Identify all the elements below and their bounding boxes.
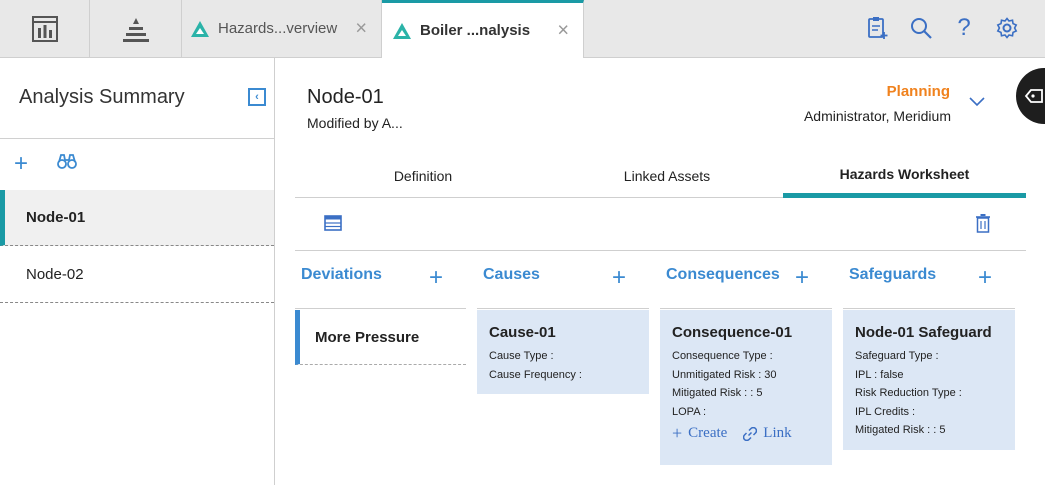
- mitigated-risk: Mitigated Risk : : 5: [672, 387, 763, 399]
- card-title: Node-01 Safeguard: [855, 324, 992, 341]
- worksheet-toolbar: [295, 200, 1026, 251]
- close-icon[interactable]: ×: [557, 19, 569, 42]
- tab-label: Boiler ...nalysis: [420, 22, 531, 39]
- safeguard-card[interactable]: Node-01 Safeguard Safeguard Type : IPL :…: [843, 310, 1015, 450]
- mitigated-risk: Mitigated Risk : : 5: [855, 424, 946, 436]
- deviations-header: Deviations: [301, 266, 382, 283]
- add-document-button[interactable]: [865, 14, 891, 42]
- ipl: IPL : false: [855, 368, 904, 381]
- cause-type: Cause Type :: [489, 350, 554, 362]
- tab-label: Hazards Worksheet: [839, 165, 970, 182]
- delete-button[interactable]: [975, 213, 991, 238]
- consequences-header: Consequences: [666, 266, 780, 283]
- deviation-item[interactable]: More Pressure: [295, 310, 466, 365]
- dashboard-icon: [31, 15, 58, 42]
- status-badge: Planning: [886, 83, 950, 100]
- find-button[interactable]: [57, 153, 77, 174]
- tab-hazards-worksheet[interactable]: Hazards Worksheet: [783, 154, 1026, 198]
- trash-icon: [976, 214, 990, 233]
- hazards-app-icon: [393, 22, 411, 39]
- add-node-button[interactable]: +: [14, 150, 28, 178]
- tab-label: Definition: [393, 168, 453, 184]
- page-title: Node-01: [307, 86, 384, 108]
- tab-label: Hazards...verview: [218, 20, 338, 37]
- modified-by: Modified by A...: [307, 115, 403, 131]
- chevron-down-icon: [969, 97, 985, 107]
- tab-boiler-analysis[interactable]: Boiler ...nalysis ×: [382, 0, 584, 58]
- tab-label: Linked Assets: [623, 168, 711, 184]
- plus-icon: +: [672, 423, 683, 443]
- node-label: Node-02: [26, 266, 84, 283]
- card-title: Cause-01: [489, 324, 556, 341]
- help-icon: ?: [957, 14, 971, 41]
- hierarchy-tab[interactable]: [90, 0, 182, 57]
- card-title: Consequence-01: [672, 324, 793, 341]
- consequence-card[interactable]: Consequence-01 Consequence Type : Unmiti…: [660, 310, 832, 465]
- add-cause-button[interactable]: +: [612, 266, 626, 290]
- close-icon[interactable]: ×: [355, 17, 367, 40]
- safeguard-type: Safeguard Type :: [855, 350, 939, 362]
- add-document-icon: [868, 17, 888, 39]
- grid-view-icon: [324, 215, 342, 231]
- top-bar: Hazards...verview × Boiler ...nalysis × …: [0, 0, 1045, 58]
- link-link[interactable]: Link: [763, 425, 791, 442]
- left-panel: Analysis Summary ‹ + Node-01 Node-02: [0, 58, 275, 485]
- add-consequence-button[interactable]: +: [795, 266, 809, 290]
- settings-button[interactable]: [994, 14, 1020, 42]
- hazards-app-icon: [191, 20, 209, 37]
- node-item-node-02[interactable]: Node-02: [0, 247, 274, 303]
- search-button[interactable]: [908, 14, 934, 42]
- settings-icon: [996, 17, 1018, 39]
- tab-bar: Definition Linked Assets Hazards Workshe…: [295, 154, 1026, 198]
- add-safeguard-button[interactable]: +: [978, 266, 992, 290]
- lopa: LOPA :: [672, 405, 707, 418]
- add-deviation-button[interactable]: +: [429, 266, 443, 290]
- consequence-type: Consequence Type :: [672, 350, 773, 362]
- divider: [477, 308, 649, 309]
- deviation-label: More Pressure: [315, 328, 420, 346]
- state-dropdown-button[interactable]: [969, 94, 985, 112]
- collapse-panel-button[interactable]: ‹: [248, 88, 266, 106]
- risk-reduction-type: Risk Reduction Type :: [855, 387, 962, 399]
- divider: [295, 308, 466, 309]
- hierarchy-icon: [122, 17, 149, 42]
- tab-definition[interactable]: Definition: [295, 154, 551, 198]
- main-content: Node-01 Modified by A... Planning Admini…: [275, 58, 1045, 485]
- tab-linked-assets[interactable]: Linked Assets: [551, 154, 783, 198]
- link-icon: [743, 426, 758, 441]
- create-link[interactable]: Create: [688, 425, 727, 442]
- cause-card[interactable]: Cause-01 Cause Type : Cause Frequency :: [477, 310, 649, 394]
- chevron-left-icon: ‹: [255, 91, 259, 103]
- ipl-credits: IPL Credits :: [855, 405, 916, 418]
- binoculars-icon: [57, 154, 77, 169]
- divider: [0, 138, 274, 139]
- causes-header: Causes: [483, 266, 540, 283]
- panel-title: Analysis Summary: [19, 86, 185, 108]
- node-item-node-01[interactable]: Node-01: [0, 190, 274, 246]
- node-label: Node-01: [26, 209, 86, 226]
- unmitigated-risk: Unmitigated Risk : 30: [672, 368, 777, 381]
- safeguards-header: Safeguards: [849, 266, 937, 283]
- card-actions: + Create Link: [672, 423, 820, 444]
- help-button[interactable]: ?: [951, 14, 977, 42]
- dashboard-tab[interactable]: [0, 0, 90, 57]
- tab-hazards-overview[interactable]: Hazards...verview ×: [182, 0, 382, 57]
- panel-toggle-icon: [1024, 89, 1043, 103]
- owner-label: Administrator, Meridium: [803, 108, 951, 124]
- search-icon: [911, 18, 932, 39]
- grid-view-button[interactable]: [324, 215, 342, 236]
- divider: [660, 308, 832, 309]
- divider: [843, 308, 1015, 309]
- cause-frequency: Cause Frequency :: [489, 368, 582, 381]
